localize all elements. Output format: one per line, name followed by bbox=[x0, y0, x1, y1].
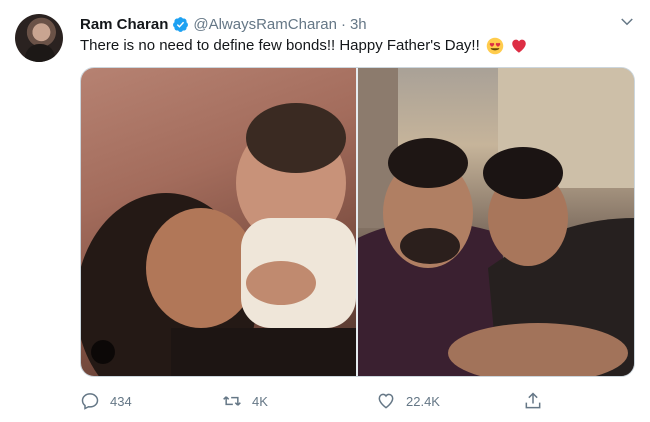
reply-count: 434 bbox=[110, 393, 132, 409]
reply-button[interactable]: 434 bbox=[80, 391, 132, 411]
like-count: 22.4K bbox=[406, 393, 440, 409]
tweet-text-content: There is no need to define few bonds!! H… bbox=[80, 37, 480, 54]
separator-dot: · bbox=[340, 15, 346, 33]
tweet-text: There is no need to define few bonds!! H… bbox=[80, 36, 528, 56]
share-icon bbox=[525, 392, 541, 409]
photo-left[interactable] bbox=[81, 68, 356, 376]
tweet-actions: 434 4K 22.4K bbox=[80, 391, 560, 413]
smiling-face-with-heart-eyes-icon bbox=[486, 37, 504, 55]
share-button[interactable] bbox=[523, 391, 543, 411]
like-button[interactable]: 22.4K bbox=[376, 391, 440, 411]
retweet-button[interactable]: 4K bbox=[222, 391, 268, 411]
chevron-down-icon[interactable] bbox=[618, 13, 636, 31]
verified-badge-icon bbox=[173, 16, 189, 32]
reply-icon bbox=[81, 393, 99, 410]
photo-right-illustration bbox=[358, 68, 634, 376]
tweet-time[interactable]: 3h bbox=[350, 16, 367, 33]
author-name[interactable]: Ram Charan bbox=[80, 16, 168, 33]
photo-left-illustration bbox=[81, 103, 356, 376]
user-tag-icon[interactable] bbox=[91, 340, 115, 364]
tweet-header: Ram Charan @AlwaysRamCharan · 3h bbox=[80, 13, 367, 35]
red-heart-icon bbox=[512, 39, 526, 53]
author-avatar[interactable] bbox=[15, 14, 63, 62]
photo-right[interactable] bbox=[358, 68, 634, 376]
retweet-count: 4K bbox=[252, 393, 268, 409]
heart-outline-icon bbox=[378, 393, 394, 409]
media-grid[interactable] bbox=[80, 67, 635, 377]
retweet-icon bbox=[223, 396, 241, 406]
author-handle[interactable]: @AlwaysRamCharan bbox=[193, 16, 337, 33]
tweet-card[interactable]: Ram Charan @AlwaysRamCharan · 3h There i… bbox=[0, 0, 650, 422]
